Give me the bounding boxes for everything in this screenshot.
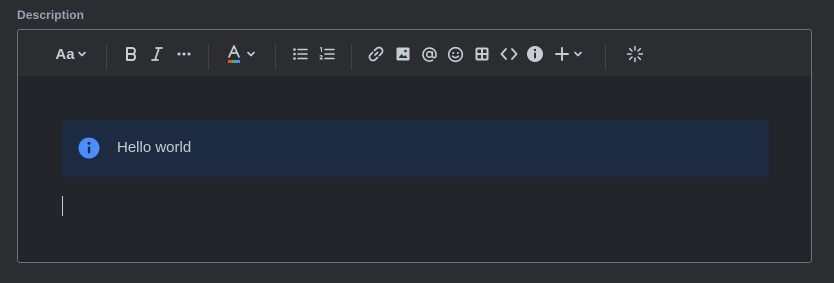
info-icon [78,137,100,159]
info-panel-text[interactable]: Hello world [117,139,191,156]
info-icon [526,45,544,63]
more-icon [176,46,192,62]
numbered-list-button[interactable] [317,44,337,64]
insert-more-dropdown[interactable] [552,44,586,64]
editor-toolbar: Aa [18,30,811,76]
chevron-down-icon [246,49,256,59]
editor-content-area[interactable]: Hello world [18,76,811,262]
chevron-down-icon [573,49,583,59]
italic-icon [150,46,164,62]
italic-button[interactable] [147,44,167,64]
chevron-down-icon [77,49,87,59]
toolbar-divider [106,44,107,70]
bold-icon [124,46,138,62]
table-button[interactable] [472,44,492,64]
image-icon [395,46,411,62]
ai-assist-button[interactable] [624,44,646,64]
more-formatting-button[interactable] [174,44,194,64]
toolbar-divider [605,44,606,70]
link-button[interactable] [366,44,386,64]
table-icon [474,46,490,62]
description-label: Description [17,8,85,22]
text-color-icon [226,44,242,64]
info-panel-button[interactable] [525,44,545,64]
link-icon [368,46,384,62]
code-icon [500,46,518,62]
mention-button[interactable] [419,44,439,64]
bullet-list-button[interactable] [290,44,310,64]
emoji-button[interactable] [445,44,465,64]
toolbar-divider [351,44,352,70]
image-button[interactable] [393,44,413,64]
toolbar-divider [275,44,276,70]
text-cursor [62,196,63,216]
text-color-dropdown[interactable] [223,44,259,64]
sparkle-icon [626,45,644,63]
text-style-dropdown[interactable]: Aa [54,44,88,64]
plus-icon [555,47,569,61]
toolbar-divider [208,44,209,70]
info-panel[interactable]: Hello world [62,120,769,177]
rich-text-editor[interactable]: Aa Hello world [17,29,812,263]
emoji-icon [447,46,464,63]
code-button[interactable] [498,44,520,64]
bold-button[interactable] [121,44,141,64]
bullet-list-icon [292,46,308,62]
mention-icon [421,46,438,63]
numbered-list-icon [319,46,335,62]
text-style-label: Aa [55,45,75,63]
